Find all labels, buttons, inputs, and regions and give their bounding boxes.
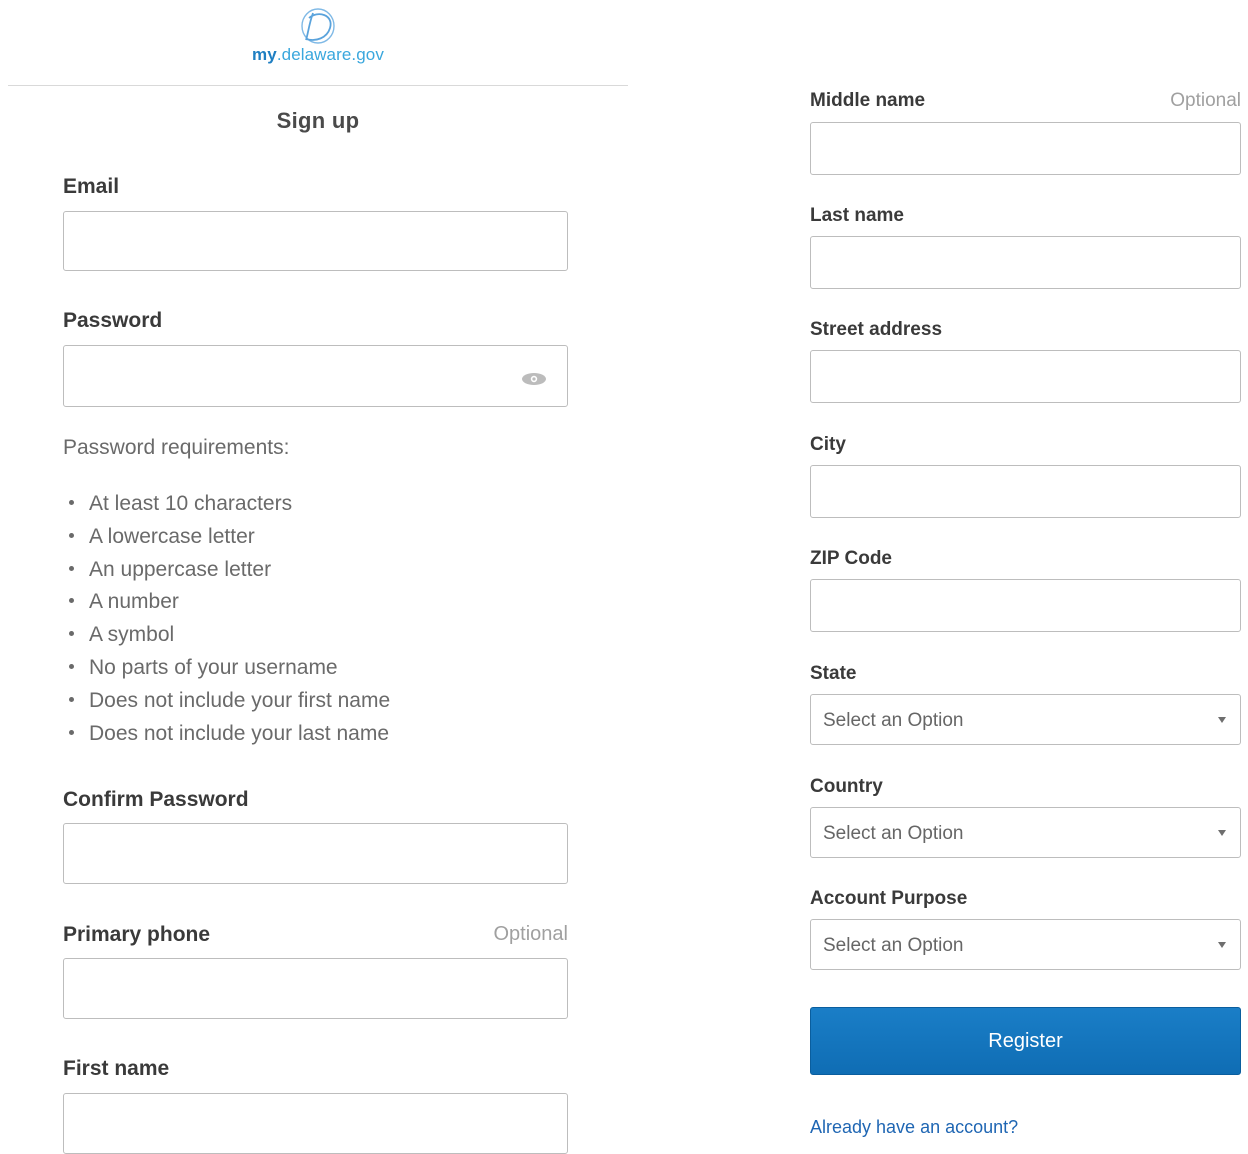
list-item: A symbol [63, 620, 390, 653]
country-label: Country [810, 776, 883, 797]
site-logo[interactable]: my.delaware.gov [246, 6, 390, 68]
middle-name-label: Middle name [810, 90, 926, 111]
confirm-password-field[interactable] [63, 823, 568, 884]
country-select-value: Select an Option [823, 823, 964, 844]
requirement-text: At least 10 characters [89, 492, 293, 515]
bullet-icon [69, 663, 74, 669]
bullet-icon [69, 598, 74, 604]
logo-text: my.delaware.gov [246, 46, 390, 64]
logo-prefix: my [252, 45, 277, 64]
list-item: A lowercase letter [63, 522, 390, 555]
password-requirements-list: At least 10 characters A lowercase lette… [63, 489, 390, 751]
account-purpose-label: Account Purpose [810, 888, 968, 909]
list-item: No parts of your username [63, 653, 390, 686]
register-button[interactable]: Register [810, 1007, 1241, 1075]
list-item: Does not include your last name [63, 719, 390, 752]
list-item: At least 10 characters [63, 489, 390, 522]
chevron-down-icon [1218, 830, 1226, 836]
bullet-icon [69, 729, 74, 735]
chevron-down-icon [1218, 717, 1226, 723]
bullet-icon [69, 565, 74, 571]
password-requirements-title: Password requirements: [63, 436, 290, 459]
zip-code-field[interactable] [810, 579, 1241, 632]
last-name-field[interactable] [810, 236, 1241, 289]
bullet-icon [69, 631, 74, 637]
requirement-text: Does not include your first name [89, 688, 391, 712]
eye-icon[interactable] [521, 372, 547, 386]
bullet-icon [69, 532, 74, 538]
requirement-text: Does not include your last name [89, 721, 389, 745]
last-name-label: Last name [810, 205, 904, 226]
page-title: Sign up [276, 108, 360, 133]
state-select-value: Select an Option [823, 710, 964, 731]
requirement-text: An uppercase letter [89, 557, 272, 581]
chevron-down-icon [1218, 942, 1226, 948]
email-field[interactable] [63, 211, 568, 271]
city-label: City [810, 434, 846, 455]
email-label: Email [63, 175, 120, 198]
state-label: State [810, 663, 857, 684]
list-item: Does not include your first name [63, 686, 390, 719]
city-field[interactable] [810, 465, 1241, 518]
account-purpose-select-value: Select an Option [823, 935, 964, 956]
list-item: A number [63, 587, 390, 620]
requirement-text: A number [89, 590, 179, 614]
country-select[interactable]: Select an Option [810, 807, 1241, 858]
primary-phone-field[interactable] [63, 958, 568, 1019]
password-label: Password [63, 309, 163, 332]
header-divider [8, 85, 628, 86]
requirement-text: No parts of your username [89, 655, 338, 679]
delaware-d-logo-icon [301, 8, 335, 44]
bullet-icon [69, 696, 74, 702]
middle-name-field[interactable] [810, 122, 1241, 175]
confirm-password-label: Confirm Password [63, 788, 249, 811]
requirement-text: A lowercase letter [89, 524, 255, 548]
list-item: An uppercase letter [63, 555, 390, 588]
signin-link[interactable]: Already have an account? [810, 1117, 1018, 1138]
street-address-label: Street address [810, 319, 943, 340]
password-field[interactable] [63, 345, 568, 407]
optional-badge: Optional [493, 923, 569, 945]
state-select[interactable]: Select an Option [810, 694, 1241, 745]
optional-badge: Optional [1170, 90, 1241, 111]
requirement-text: A symbol [89, 623, 175, 647]
signup-page: my.delaware.gov Sign up Email Password P… [0, 0, 1248, 1154]
logo-domain: .delaware.gov [276, 45, 384, 64]
zip-code-label: ZIP Code [810, 548, 892, 569]
bullet-icon [69, 499, 74, 505]
account-purpose-select[interactable]: Select an Option [810, 919, 1241, 970]
first-name-field[interactable] [63, 1093, 568, 1154]
street-address-field[interactable] [810, 350, 1241, 403]
first-name-label: First name [63, 1057, 170, 1080]
primary-phone-label: Primary phone [63, 923, 211, 946]
